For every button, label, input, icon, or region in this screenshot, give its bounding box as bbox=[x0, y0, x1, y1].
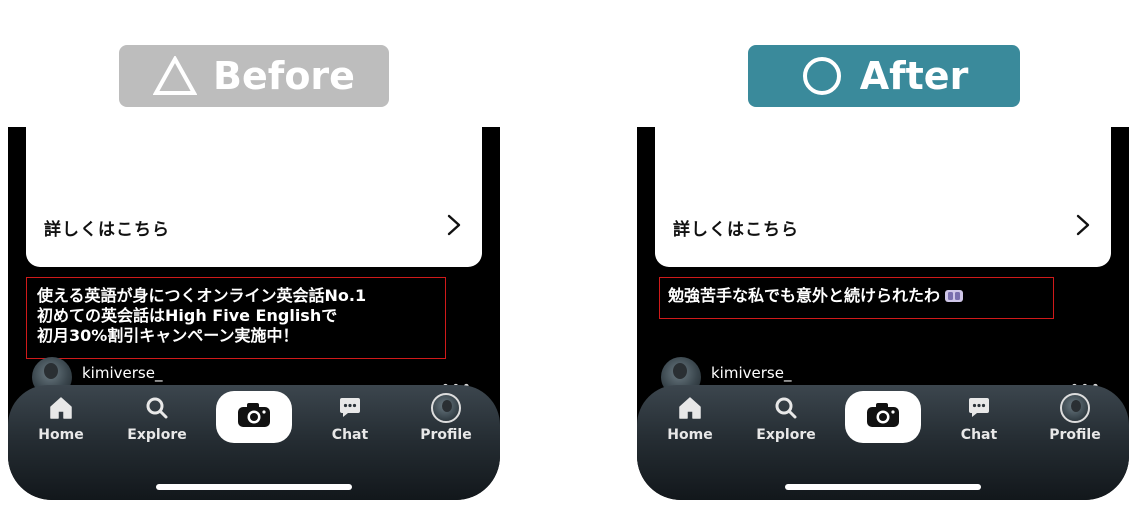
search-icon bbox=[771, 393, 801, 423]
card-link-text[interactable]: 詳しくはこちら bbox=[44, 215, 170, 240]
nav-profile[interactable]: Profile bbox=[411, 393, 481, 443]
nav-explore[interactable]: Explore bbox=[122, 393, 192, 443]
ad-card[interactable]: 詳しくはこちら bbox=[655, 127, 1111, 267]
nav-chat-label: Chat bbox=[331, 427, 369, 443]
nav-explore[interactable]: Explore bbox=[751, 393, 821, 443]
nav-profile[interactable]: Profile bbox=[1040, 393, 1110, 443]
username[interactable]: kimiverse_ bbox=[82, 364, 162, 382]
after-label-text: After bbox=[859, 54, 969, 98]
highlighted-caption: 勉強苦手な私でも意外と続けられたわ bbox=[659, 277, 1054, 319]
chat-icon bbox=[964, 393, 994, 423]
nav-chat-label: Chat bbox=[960, 427, 998, 443]
home-indicator bbox=[785, 484, 981, 490]
post-caption: 勉強苦手な私でも意外と続けられたわ bbox=[668, 286, 941, 305]
profile-avatar-icon bbox=[1060, 393, 1090, 423]
camera-icon bbox=[865, 401, 901, 433]
card-link-text[interactable]: 詳しくはこちら bbox=[673, 215, 799, 240]
nav-explore-label: Explore bbox=[127, 427, 187, 443]
crying-face-emoji-icon bbox=[944, 288, 964, 309]
after-label: After bbox=[748, 45, 1020, 107]
nav-home[interactable]: Home bbox=[26, 393, 96, 443]
camera-button[interactable] bbox=[845, 391, 921, 443]
post-caption: 使える英語が身につくオンライン英会話No.1 初めての英会話はHigh Five… bbox=[37, 286, 367, 345]
phone-screen: 詳しくはこちら 勉強苦手な私でも意外と続けられたわ kimiverse_ •••… bbox=[637, 127, 1129, 500]
home-icon bbox=[46, 393, 76, 423]
nav-profile-label: Profile bbox=[1049, 427, 1101, 443]
camera-button[interactable] bbox=[216, 391, 292, 443]
nav-home-label: Home bbox=[667, 427, 713, 443]
post-caption-line: 勉強苦手な私でも意外と続けられたわ bbox=[668, 286, 1045, 309]
home-indicator bbox=[156, 484, 352, 490]
chat-icon bbox=[335, 393, 365, 423]
highlighted-caption: 使える英語が身につくオンライン英会話No.1 初めての英会話はHigh Five… bbox=[26, 277, 446, 359]
circle-icon bbox=[800, 54, 844, 98]
bottom-nav: Home Explore Chat Profile bbox=[637, 385, 1129, 500]
camera-icon bbox=[236, 401, 272, 433]
search-icon bbox=[142, 393, 172, 423]
ad-card[interactable]: 詳しくはこちら bbox=[26, 127, 482, 267]
nav-profile-label: Profile bbox=[420, 427, 472, 443]
username[interactable]: kimiverse_ bbox=[711, 364, 791, 382]
phone-screen: 詳しくはこちら 使える英語が身につくオンライン英会話No.1 初めての英会話はH… bbox=[8, 127, 500, 500]
before-label: Before bbox=[119, 45, 389, 107]
after-panel: After 詳しくはこちら 勉強苦手な私でも意外と続けられたわ kimivers… bbox=[637, 0, 1137, 513]
nav-explore-label: Explore bbox=[756, 427, 816, 443]
nav-chat[interactable]: Chat bbox=[944, 393, 1014, 443]
chevron-right-icon[interactable] bbox=[444, 213, 464, 237]
profile-avatar-icon bbox=[431, 393, 461, 423]
nav-home-label: Home bbox=[38, 427, 84, 443]
home-icon bbox=[675, 393, 705, 423]
nav-chat[interactable]: Chat bbox=[315, 393, 385, 443]
bottom-nav: Home Explore Chat Profile bbox=[8, 385, 500, 500]
before-panel: Before 詳しくはこちら 使える英語が身につくオンライン英会話No.1 初め… bbox=[8, 0, 508, 513]
nav-home[interactable]: Home bbox=[655, 393, 725, 443]
triangle-icon bbox=[153, 54, 198, 98]
chevron-right-icon[interactable] bbox=[1073, 213, 1093, 237]
before-label-text: Before bbox=[213, 54, 355, 98]
